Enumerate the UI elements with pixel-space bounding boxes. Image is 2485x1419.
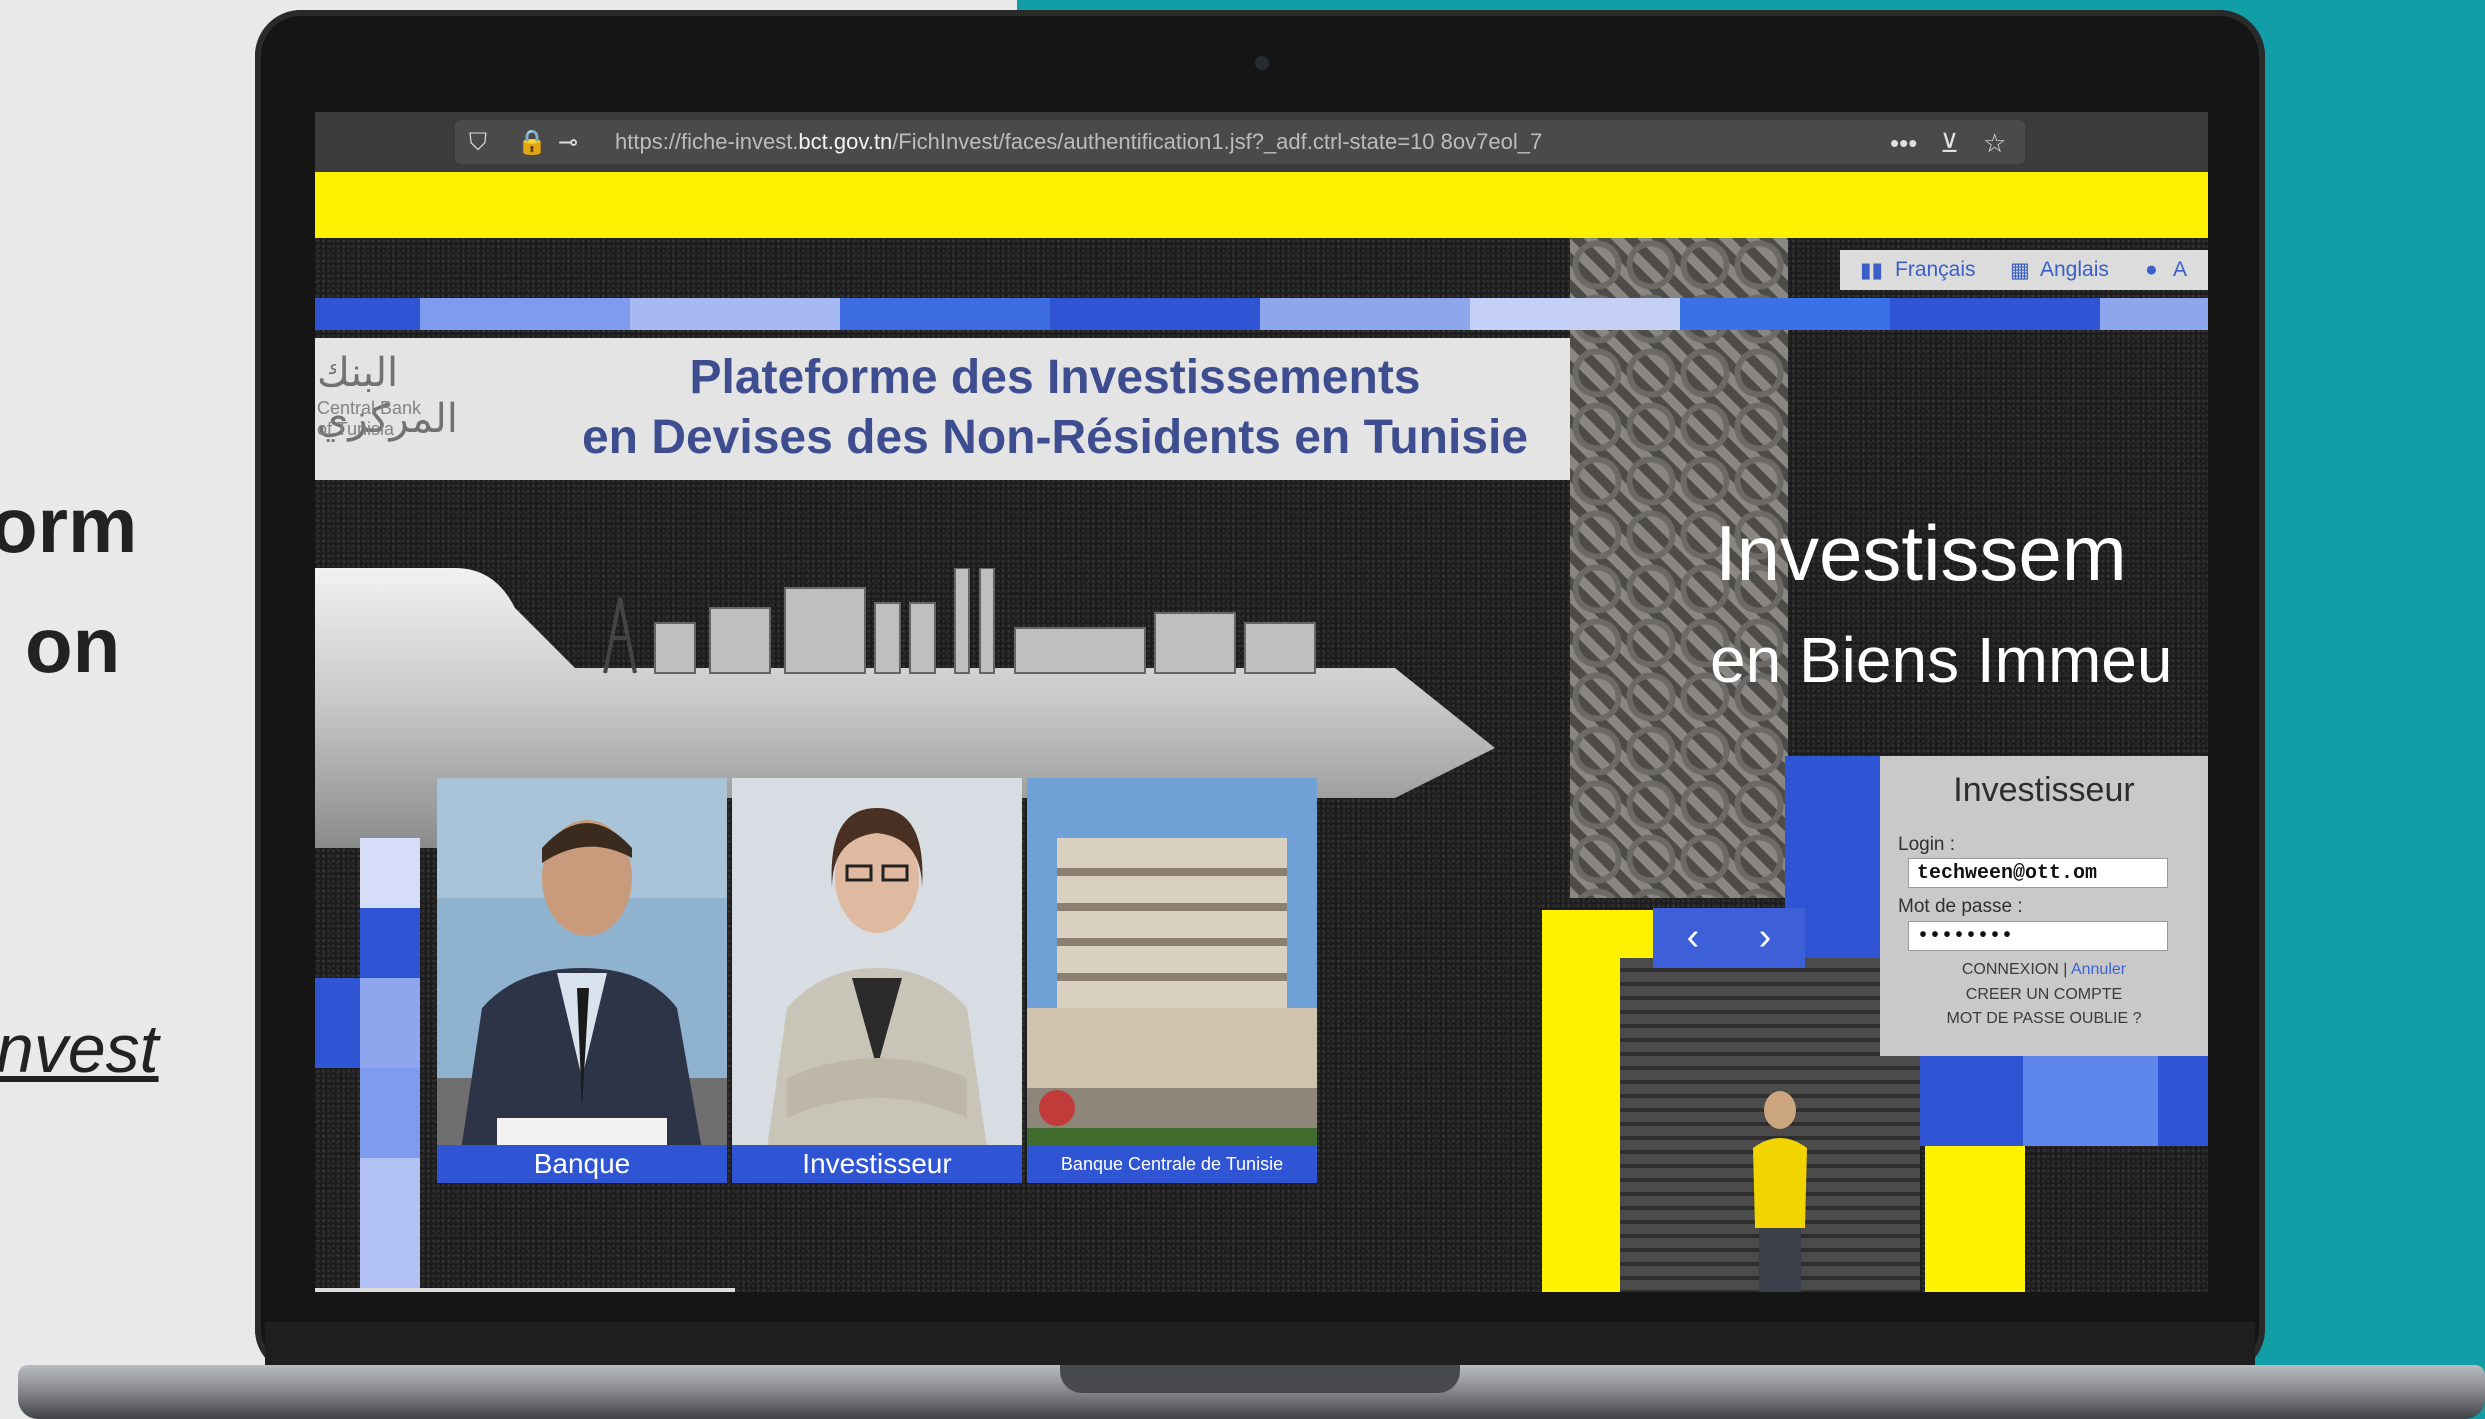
star-icon[interactable]: ☆ <box>1983 128 2006 159</box>
bct-logo-sub-line1: Central Bank <box>317 398 422 418</box>
page-title-line2: en Devises des Non-Résidents en Tunisie <box>581 411 1529 464</box>
decor-block <box>360 838 420 908</box>
bct-building-photo <box>1027 778 1317 1183</box>
lang-ar-link[interactable]: A <box>2173 258 2187 282</box>
laptop-bottom-bezel <box>265 1322 2255 1367</box>
login-actions: CONNEXION | Annuler <box>1880 961 2208 979</box>
top-yellow-bar <box>315 172 2208 238</box>
card-banque[interactable]: Banque <box>437 778 727 1183</box>
lang-fr-link[interactable]: Français <box>1895 258 1976 282</box>
title-banner: البنك المركزي Central Bank of Tunisia Pl… <box>315 338 1570 480</box>
decor-block <box>315 978 360 1068</box>
shield-icon[interactable]: ⛉ <box>465 130 491 156</box>
create-account-link[interactable]: CREER UN COMPTE <box>1880 986 2208 1004</box>
stripe-segment <box>1260 298 1470 330</box>
carousel-prev-button[interactable]: ‹ <box>1658 908 1728 968</box>
bct-logo-subtitle: Central Bank of Tunisia <box>317 398 517 440</box>
password-label: Mot de passe : <box>1898 896 2023 917</box>
decor-block <box>360 1068 420 1158</box>
banker-photo <box>437 778 727 1183</box>
card-investisseur-label[interactable]: Investisseur <box>732 1145 1022 1183</box>
card-bct-label[interactable]: Banque Centrale de Tunisie <box>1027 1145 1317 1183</box>
actions-separator: | <box>2063 961 2068 978</box>
decor-block <box>360 908 420 978</box>
laptop-notch <box>1060 1365 1460 1393</box>
login-title: Investisseur <box>1953 771 2135 809</box>
lang-en-link[interactable]: Anglais <box>2040 258 2109 282</box>
investor-photo <box>732 778 1022 1183</box>
address-bar[interactable]: ⛉ 🔒 ⊸ https://fiche-invest.bct.gov.tn/Fi… <box>455 120 2025 164</box>
hero-title-line1: Investissem <box>1715 509 2127 597</box>
browser-toolbar: ⛉ 🔒 ⊸ https://fiche-invest.bct.gov.tn/Fi… <box>315 112 2208 172</box>
stripe-segment <box>1890 298 2100 330</box>
slide-side-text-1: orm <box>0 481 138 569</box>
slide-side-text-2: on <box>25 601 121 689</box>
key-icon[interactable]: ⊸ <box>555 130 581 156</box>
stripe-segment <box>1050 298 1260 330</box>
lock-icon[interactable]: 🔒 <box>517 130 547 156</box>
decor-block <box>360 978 420 1068</box>
login-panel: Investisseur Login : techween@ott.om Mot… <box>1880 756 2208 1056</box>
login-field[interactable]: techween@ott.om <box>1908 858 2168 888</box>
page-scroll-indicator[interactable] <box>315 1288 735 1292</box>
forgot-password-link[interactable]: MOT DE PASSE OUBLIE ? <box>1880 1010 2208 1028</box>
flag-uk-icon: ▦ <box>2010 259 2030 282</box>
annuler-button[interactable]: Annuler <box>2071 961 2126 978</box>
stripe-segment <box>420 298 630 330</box>
page-title: Plateforme des Investissements en Devise… <box>545 348 1565 468</box>
web-page: ▮▮ Français ▦ Anglais ● A البنك المركزي … <box>315 238 2208 1292</box>
carousel-controls: ‹ › <box>1653 908 1805 968</box>
flag-fr-icon: ▮▮ <box>1860 259 1884 282</box>
person-photo <box>1753 1091 1807 1292</box>
decor-block <box>2023 1056 2158 1146</box>
stripe-segment <box>1470 298 1680 330</box>
card-banque-label[interactable]: Banque <box>437 1145 727 1183</box>
stripe-segment <box>2100 298 2208 330</box>
page-title-line1: Plateforme des Investissements <box>689 351 1421 404</box>
url-text[interactable]: https://fiche-invest.bct.gov.tn/FichInve… <box>615 129 1542 155</box>
decor-block <box>360 1158 420 1292</box>
stripe-segment <box>630 298 840 330</box>
password-field[interactable]: •••••••• <box>1908 921 2168 951</box>
slide-side-link[interactable]: nvest <box>0 1010 159 1088</box>
card-bct[interactable]: Banque Centrale de Tunisie <box>1027 778 1317 1183</box>
hero-title-line2: en Biens Immeu <box>1710 624 2173 696</box>
carousel-next-button[interactable]: › <box>1730 908 1800 968</box>
more-icon[interactable]: ••• <box>1890 128 1917 159</box>
stripe-segment <box>315 298 420 330</box>
globe-icon: ● <box>2145 258 2158 281</box>
stripe-segment <box>1680 298 1890 330</box>
language-selector: ▮▮ Français ▦ Anglais ● A <box>1840 250 2208 290</box>
connexion-button[interactable]: CONNEXION <box>1962 961 2059 978</box>
pocket-icon[interactable]: ⊻ <box>1940 128 1959 159</box>
laptop-camera <box>1255 56 1269 70</box>
card-investisseur[interactable]: Investisseur <box>732 778 1022 1183</box>
login-label: Login : <box>1898 834 1956 855</box>
laptop-screen: ⛉ 🔒 ⊸ https://fiche-invest.bct.gov.tn/Fi… <box>315 112 2208 1292</box>
bct-logo-sub-line2: of Tunisia <box>317 419 395 439</box>
stripe-segment <box>840 298 1050 330</box>
